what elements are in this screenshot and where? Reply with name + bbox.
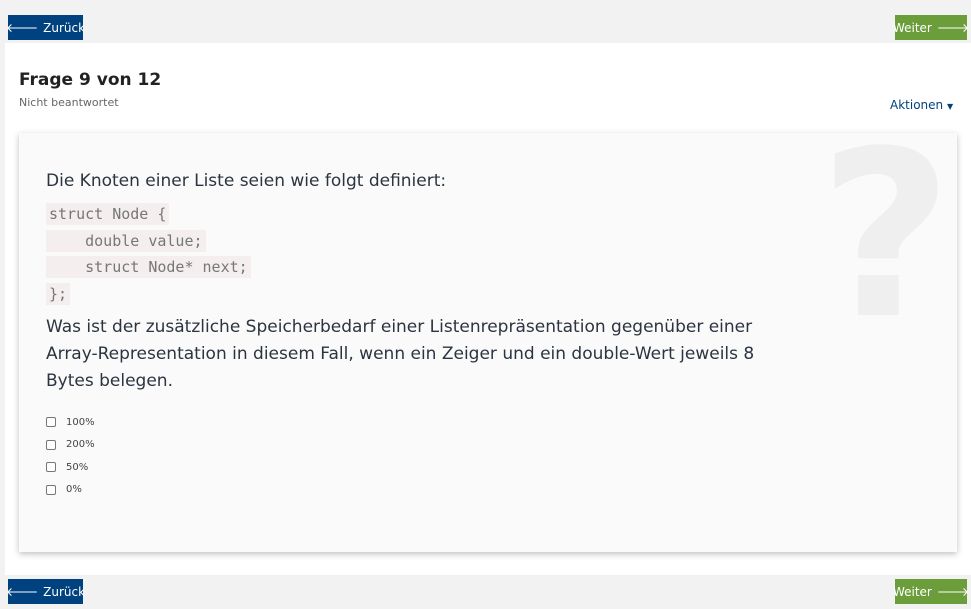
checkbox[interactable]: [46, 417, 56, 428]
checkbox[interactable]: [46, 462, 56, 473]
next-button-bottom[interactable]: Weiter 🡒: [893, 579, 970, 604]
code-block: struct Node { double value; struct Node*…: [46, 201, 251, 307]
checkbox[interactable]: [46, 484, 56, 495]
actions-dropdown[interactable]: Aktionen ▼: [890, 98, 953, 112]
code-line: struct Node* next;: [46, 256, 251, 279]
status-text: Nicht beantwortet: [19, 96, 119, 109]
question-text: Was ist der zusätzliche Speicherbedarf e…: [46, 317, 755, 391]
arrow-left-icon: 🡐: [5, 21, 39, 35]
answer-option[interactable]: 0%: [46, 479, 95, 502]
arrow-right-icon: 🡒: [936, 21, 970, 35]
question-mark-icon: ?: [819, 133, 953, 370]
question-card: ? Die Knoten einer Liste seien wie folgt…: [19, 133, 957, 552]
back-button-top[interactable]: 🡐 Zurück: [5, 15, 85, 40]
code-line: double value;: [46, 229, 206, 252]
answer-option[interactable]: 50%: [46, 456, 95, 479]
answer-option[interactable]: 100%: [46, 411, 95, 434]
answer-option[interactable]: 200%: [46, 434, 95, 457]
checkbox[interactable]: [46, 439, 56, 450]
arrow-right-icon: 🡒: [936, 585, 970, 599]
next-button-top[interactable]: Weiter 🡒: [893, 15, 970, 40]
code-line: };: [46, 282, 71, 305]
question-intro: Die Knoten einer Liste seien wie folgt d…: [46, 171, 447, 191]
arrow-left-icon: 🡐: [5, 585, 39, 599]
back-button-bottom[interactable]: 🡐 Zurück: [5, 579, 85, 604]
caret-down-icon: ▼: [946, 102, 954, 111]
answer-options: 100% 200% 50% 0%: [46, 411, 95, 501]
code-line: struct Node {: [46, 203, 170, 226]
page-title: Frage 9 von 12: [19, 70, 162, 90]
